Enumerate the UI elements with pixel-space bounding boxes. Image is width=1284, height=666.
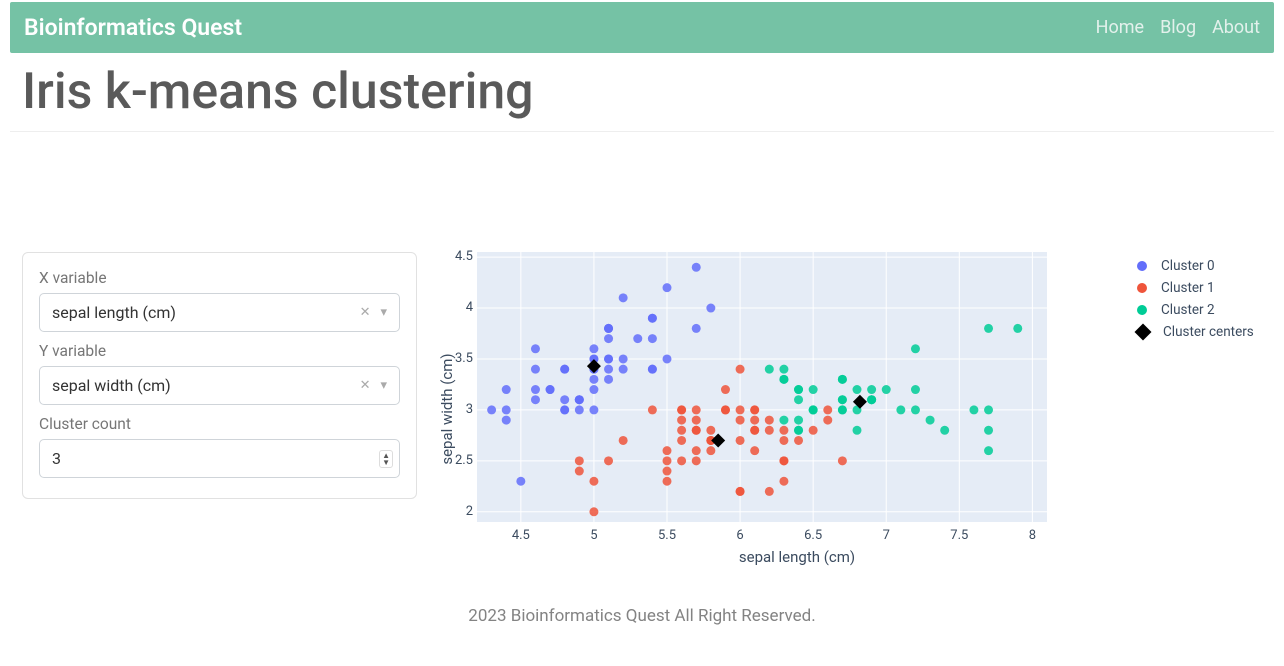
x-tick-label: 7 (883, 528, 890, 543)
legend-swatch-1 (1137, 283, 1147, 293)
y-tick-label: 2 (449, 504, 473, 519)
cluster-count-input[interactable]: 3 ▲ ▼ (39, 439, 400, 478)
nav-link-home[interactable]: Home (1096, 17, 1144, 38)
legend-item[interactable]: Cluster 0 (1137, 258, 1254, 274)
y-tick-label: 3.5 (449, 351, 473, 366)
x-tick-label: 6 (736, 528, 743, 543)
nav-link-blog[interactable]: Blog (1160, 17, 1196, 38)
x-tick-label: 5.5 (658, 528, 676, 543)
legend-item[interactable]: Cluster 2 (1137, 302, 1254, 318)
legend-item[interactable]: Cluster 1 (1137, 280, 1254, 296)
page-title: Iris k-means clustering (10, 61, 1274, 132)
chevron-down-icon[interactable]: ▾ (380, 305, 387, 320)
diamond-icon (1135, 324, 1152, 341)
y-tick-label: 3 (449, 402, 473, 417)
decrement-icon[interactable]: ▼ (382, 459, 390, 466)
navbar: Bioinformatics Quest Home Blog About (10, 2, 1274, 53)
legend-item-centers[interactable]: Cluster centers (1137, 324, 1254, 340)
legend-swatch-2 (1137, 305, 1147, 315)
x-variable-select[interactable]: sepal length (cm) ✕ ▾ (39, 293, 400, 332)
x-tick-label: 5 (590, 528, 597, 543)
footer: 2023 Bioinformatics Quest All Right Rese… (10, 606, 1274, 626)
x-axis-label: sepal length (cm) (477, 548, 1117, 566)
y-variable-label: Y variable (39, 342, 400, 360)
x-tick-label: 7.5 (950, 528, 968, 543)
x-tick-label: 4.5 (512, 528, 530, 543)
scatter-plot[interactable] (477, 252, 1047, 522)
legend: Cluster 0 Cluster 1 Cluster 2 Cluster ce… (1137, 258, 1254, 346)
y-variable-select[interactable]: sepal width (cm) ✕ ▾ (39, 366, 400, 405)
chevron-down-icon[interactable]: ▾ (380, 378, 387, 393)
legend-label: Cluster 2 (1161, 302, 1215, 318)
clear-icon[interactable]: ✕ (360, 305, 371, 320)
y-variable-value: sepal width (cm) (52, 376, 171, 395)
number-spinner[interactable]: ▲ ▼ (379, 450, 393, 468)
legend-label: Cluster 1 (1161, 280, 1215, 296)
y-tick-label: 4 (449, 300, 473, 315)
cluster-count-label: Cluster count (39, 415, 400, 433)
x-variable-label: X variable (39, 269, 400, 287)
brand[interactable]: Bioinformatics Quest (24, 14, 242, 41)
nav-links: Home Blog About (1096, 17, 1260, 38)
chart-area: sepal width (cm) sepal length (cm) 4.555… (477, 252, 1262, 566)
cluster-count-value: 3 (52, 449, 61, 468)
x-tick-label: 6.5 (804, 528, 822, 543)
nav-link-about[interactable]: About (1212, 17, 1260, 38)
x-variable-value: sepal length (cm) (52, 303, 176, 322)
y-tick-label: 2.5 (449, 453, 473, 468)
x-tick-label: 8 (1029, 528, 1036, 543)
controls-panel: X variable sepal length (cm) ✕ ▾ Y varia… (22, 252, 417, 499)
clear-icon[interactable]: ✕ (360, 378, 371, 393)
legend-label: Cluster 0 (1161, 258, 1215, 274)
legend-label: Cluster centers (1163, 324, 1254, 340)
legend-swatch-0 (1137, 261, 1147, 271)
y-tick-label: 4.5 (449, 249, 473, 264)
chart-block: sepal width (cm) sepal length (cm) 4.555… (477, 252, 1117, 566)
